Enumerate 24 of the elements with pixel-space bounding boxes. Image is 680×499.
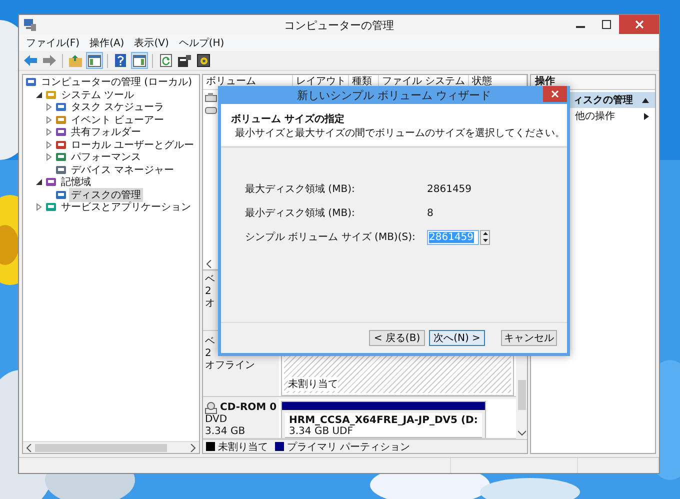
wizard-heading: ボリューム サイズの指定 — [231, 112, 346, 126]
legend-label: 未割り当て — [218, 440, 268, 454]
field-label: シンプル ボリューム サイズ (MB)(S): — [245, 230, 416, 244]
disk-info: オ — [205, 298, 216, 310]
window-title: コンピューターの管理 — [284, 18, 394, 32]
disk-info: オフライン — [205, 360, 256, 372]
partition-name: HRM_CCSA_X64FRE_JA-JP_DV5 (D: — [289, 415, 478, 426]
actions-header: 操作 — [531, 75, 655, 90]
field-value: 2861459 — [427, 184, 472, 194]
partition-info: 3.34 GB UDF — [289, 426, 354, 438]
disk-info: 3.34 GB — [205, 426, 246, 438]
dialog-title: 新しいシンプル ボリューム ウィザード — [297, 88, 491, 102]
legend-label: プライマリ パーティション — [287, 440, 410, 454]
partition-label: 未割り当て — [288, 377, 338, 392]
field-label: 最大ディスク領域 (MB): — [245, 182, 356, 196]
field-label: 最小ディスク領域 (MB): — [245, 206, 356, 220]
disk-info: 2 — [205, 348, 212, 360]
field-value: 8 — [427, 208, 434, 218]
disk-info: DVD — [205, 414, 228, 426]
wizard-subheading: 最小サイズと最大サイズの間でボリュームのサイズを選択してください。 — [234, 126, 563, 140]
disk-name: CD-ROM 0 — [220, 402, 277, 414]
disk-info: ベ — [205, 336, 216, 348]
disk-info: ベ — [205, 274, 216, 286]
disk-info: 2 — [205, 286, 212, 298]
